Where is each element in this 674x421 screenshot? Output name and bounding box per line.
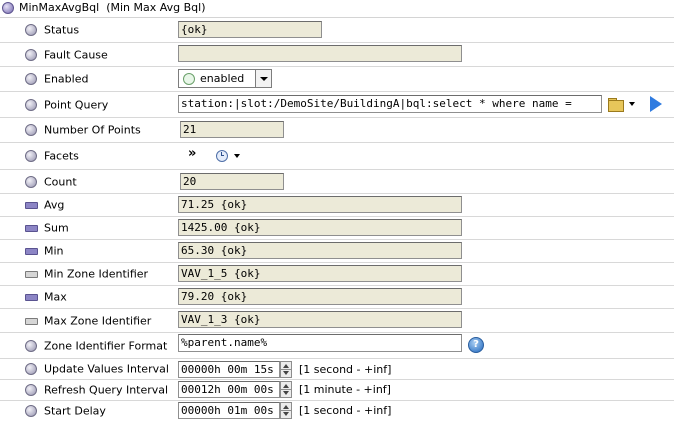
refresh-query-interval-range: [1 minute - +inf]: [299, 383, 391, 396]
label-zone-identifier-format: Zone Identifier Format: [44, 339, 168, 352]
circle-icon: [25, 363, 37, 375]
label-max: Max: [44, 290, 67, 304]
help-icon[interactable]: ?: [468, 337, 484, 353]
enabled-value: enabled: [200, 72, 245, 85]
bar-icon: [25, 271, 38, 278]
facets-menu-chevron-icon[interactable]: [234, 154, 240, 158]
status-led-icon: [183, 73, 195, 85]
row-max: Max 79.20 {ok}: [0, 286, 674, 309]
component-icon: [2, 2, 14, 14]
component-header: MinMaxAvgBql (Min Max Avg Bql): [0, 0, 674, 18]
min-zone-identifier-field: VAV_1_5 {ok}: [178, 265, 462, 282]
max-zone-identifier-field: VAV_1_3 {ok}: [178, 311, 462, 328]
label-fault-cause: Fault Cause: [44, 48, 108, 61]
row-status: Status {ok}: [0, 18, 674, 43]
refresh-query-interval-input[interactable]: 00012h 00m 00s: [178, 381, 280, 398]
start-delay-stepper[interactable]: [280, 402, 292, 419]
row-fault-cause: Fault Cause: [0, 43, 674, 67]
update-values-interval-input[interactable]: 00000h 00m 15s: [178, 361, 280, 378]
count-field: 20: [180, 173, 284, 190]
point-query-input[interactable]: station:|slot:/DemoSite/BuildingA|bql:se…: [178, 95, 602, 113]
label-number-of-points: Number Of Points: [44, 123, 141, 137]
row-update-values-interval: Update Values Interval 00000h 00m 15s [1…: [0, 359, 674, 380]
row-count: Count 20: [0, 170, 674, 194]
circle-icon: [25, 48, 37, 61]
bar-icon: [25, 317, 38, 325]
circle-icon: [25, 339, 37, 352]
row-facets: Facets »: [0, 143, 674, 170]
label-min-zone-identifier: Min Zone Identifier: [44, 267, 149, 281]
row-number-of-points: Number Of Points 21: [0, 118, 674, 143]
circle-icon: [25, 175, 37, 188]
label-status: Status: [44, 23, 80, 37]
avg-field: 71.25 {ok}: [178, 196, 462, 213]
label-update-values-interval: Update Values Interval: [44, 362, 169, 376]
bar-icon: [25, 225, 38, 232]
bar-icon: [25, 294, 38, 301]
label-avg: Avg: [44, 198, 65, 212]
expand-facets-icon[interactable]: »: [188, 146, 197, 161]
bar-icon: [25, 248, 38, 255]
max-field: 79.20 {ok}: [178, 288, 462, 305]
property-sheet: MinMaxAvgBql (Min Max Avg Bql) Status {o…: [0, 0, 674, 421]
clock-icon[interactable]: [216, 148, 228, 162]
status-field: {ok}: [178, 21, 322, 38]
row-zone-identifier-format: Zone Identifier Format %parent.name% ?: [0, 333, 674, 359]
circle-icon: [25, 404, 37, 417]
circle-icon: [25, 124, 37, 136]
min-field: 65.30 {ok}: [178, 242, 462, 259]
row-enabled: Enabled enabled: [0, 67, 674, 92]
label-max-zone-identifier: Max Zone Identifier: [44, 314, 152, 327]
label-sum: Sum: [44, 221, 69, 235]
row-start-delay: Start Delay 00000h 01m 00s [1 second - +…: [0, 401, 674, 420]
update-values-interval-stepper[interactable]: [280, 361, 292, 378]
circle-icon: [25, 24, 37, 36]
start-delay-range: [1 second - +inf]: [299, 404, 392, 417]
sum-field: 1425.00 {ok}: [178, 219, 462, 236]
circle-icon: [25, 98, 37, 111]
play-icon[interactable]: [650, 96, 662, 112]
chevron-down-icon[interactable]: [255, 70, 271, 87]
folder-icon[interactable]: [607, 97, 625, 112]
start-delay-input[interactable]: 00000h 01m 00s: [178, 402, 280, 419]
label-start-delay: Start Delay: [44, 404, 106, 417]
update-values-interval-range: [1 second - +inf]: [299, 363, 392, 376]
enabled-select[interactable]: enabled: [178, 69, 272, 88]
label-facets: Facets: [44, 149, 79, 163]
row-sum: Sum 1425.00 {ok}: [0, 217, 674, 240]
refresh-query-interval-stepper[interactable]: [280, 381, 292, 398]
row-avg: Avg 71.25 {ok}: [0, 194, 674, 217]
row-max-zone-identifier: Max Zone Identifier VAV_1_3 {ok}: [0, 309, 674, 333]
number-of-points-field: 21: [180, 121, 284, 138]
circle-icon: [25, 73, 37, 85]
zone-identifier-format-input[interactable]: %parent.name%: [178, 334, 462, 352]
row-min-zone-identifier: Min Zone Identifier VAV_1_5 {ok}: [0, 263, 674, 286]
folder-menu-chevron-icon[interactable]: [629, 102, 635, 106]
label-point-query: Point Query: [44, 98, 109, 111]
row-min: Min 65.30 {ok}: [0, 240, 674, 263]
label-min: Min: [44, 244, 64, 258]
label-refresh-query-interval: Refresh Query Interval: [44, 383, 169, 397]
bar-icon: [25, 202, 38, 209]
component-title: MinMaxAvgBql (Min Max Avg Bql): [19, 1, 206, 14]
row-refresh-query-interval: Refresh Query Interval 00012h 00m 00s [1…: [0, 380, 674, 401]
label-count: Count: [44, 175, 77, 188]
circle-icon: [25, 150, 37, 162]
circle-icon: [25, 384, 37, 396]
row-point-query: Point Query station:|slot:/DemoSite/Buil…: [0, 92, 674, 118]
fault-cause-field: [178, 45, 462, 62]
label-enabled: Enabled: [44, 72, 89, 86]
